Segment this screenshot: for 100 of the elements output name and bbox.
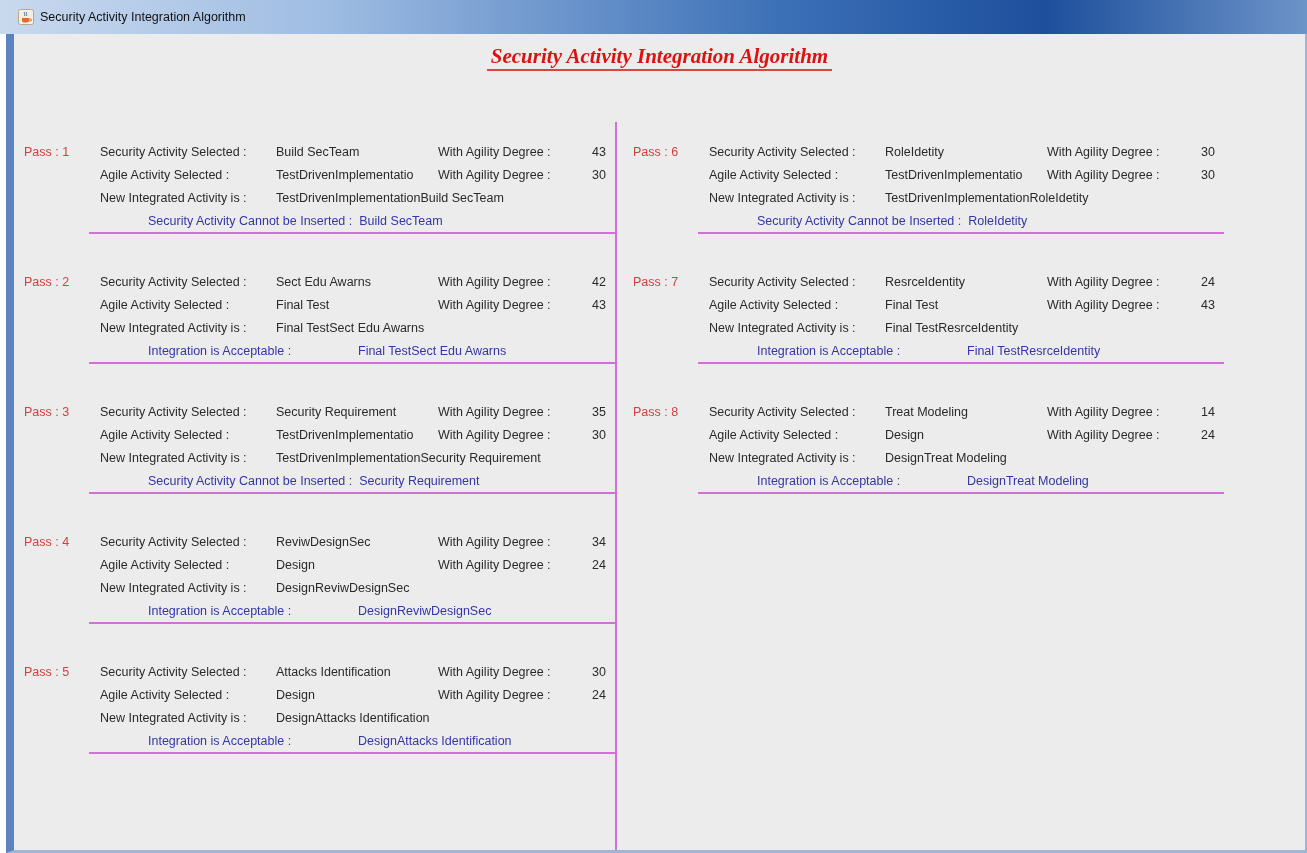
pass-label: Pass : 5 [24, 664, 71, 679]
result-label: Integration is Acceptable : [757, 343, 902, 358]
field-value: Treat Modeling [885, 404, 969, 419]
field-value: DesignReviwDesignSec [276, 580, 411, 595]
field-label: With Agility Degree : [438, 404, 552, 419]
field-value: Final TestSect Edu Awarns [276, 320, 426, 335]
degree-value: 24 [1201, 274, 1216, 289]
field-label: Security Activity Selected : [100, 664, 248, 679]
field-value: Sect Edu Awarns [276, 274, 372, 289]
result-value: DesignReviwDesignSec [358, 603, 492, 618]
field-label: With Agility Degree : [438, 687, 552, 702]
degree-value: 30 [1201, 144, 1216, 159]
field-label: New Integrated Activity is : [100, 580, 248, 595]
field-label: Security Activity Selected : [709, 274, 857, 289]
pass-label: Pass : 1 [24, 144, 71, 159]
field-value: DesignTreat Modeling [885, 450, 1008, 465]
field-value: TestDrivenImplementatio [885, 167, 1024, 182]
field-label: Security Activity Selected : [709, 404, 857, 419]
field-value: Attacks Identification [276, 664, 392, 679]
field-label: With Agility Degree : [1047, 144, 1161, 159]
pass-label: Pass : 2 [24, 274, 71, 289]
field-label: With Agility Degree : [438, 167, 552, 182]
result-value: DesignTreat Modeling [967, 473, 1089, 488]
pass-label: Pass : 6 [633, 144, 680, 159]
result-label: Integration is Acceptable : [757, 473, 902, 488]
field-label: With Agility Degree : [438, 534, 552, 549]
field-label: With Agility Degree : [1047, 167, 1161, 182]
degree-value: 14 [1201, 404, 1216, 419]
degree-value: 43 [1201, 297, 1216, 312]
field-value: TestDrivenImplementatio [276, 427, 415, 442]
field-label: Security Activity Selected : [100, 274, 248, 289]
field-label: Security Activity Selected : [100, 144, 248, 159]
result-value: Final TestResrceIdentity [967, 343, 1101, 358]
degree-value: 42 [592, 274, 607, 289]
degree-value: 24 [592, 557, 607, 572]
pass-label: Pass : 4 [24, 534, 71, 549]
pass-label: Pass : 7 [633, 274, 680, 289]
result-value: RoleIdetity [968, 213, 1028, 228]
degree-value: 43 [592, 144, 607, 159]
field-label: With Agility Degree : [438, 297, 552, 312]
field-value: TestDrivenImplementatio [276, 167, 415, 182]
window-title: Security Activity Integration Algorithm [40, 10, 246, 24]
field-label: Agile Activity Selected : [100, 557, 231, 572]
result-label: Security Activity Cannot be Inserted : [757, 213, 962, 228]
field-label: Security Activity Selected : [100, 404, 248, 419]
field-label: Security Activity Selected : [709, 144, 857, 159]
field-label: With Agility Degree : [438, 427, 552, 442]
field-value: Final TestResrceIdentity [885, 320, 1020, 335]
result-label: Integration is Acceptable : [148, 733, 293, 748]
page-heading: Security Activity Integration Algorithm [486, 44, 833, 71]
field-label: Agile Activity Selected : [100, 687, 231, 702]
field-label: With Agility Degree : [438, 557, 552, 572]
field-label: With Agility Degree : [1047, 297, 1161, 312]
degree-value: 30 [592, 664, 607, 679]
degree-value: 30 [592, 427, 607, 442]
result-value: Final TestSect Edu Awarns [358, 343, 507, 358]
field-value: TestDrivenImplementationBuild SecTeam [276, 190, 505, 205]
field-label: With Agility Degree : [1047, 404, 1161, 419]
field-label: With Agility Degree : [1047, 274, 1161, 289]
field-label: New Integrated Activity is : [709, 450, 857, 465]
field-value: Design [276, 557, 316, 572]
field-label: Agile Activity Selected : [709, 297, 840, 312]
degree-value: 30 [1201, 167, 1216, 182]
result-value: Security Requirement [359, 473, 480, 488]
degree-value: 35 [592, 404, 607, 419]
result-label: Security Activity Cannot be Inserted : [148, 473, 353, 488]
field-value: ResrceIdentity [885, 274, 966, 289]
field-value: Design [885, 427, 925, 442]
field-value: Final Test [885, 297, 940, 312]
field-label: Agile Activity Selected : [709, 427, 840, 442]
field-label: New Integrated Activity is : [100, 450, 248, 465]
degree-value: 24 [1201, 427, 1216, 442]
field-label: Agile Activity Selected : [100, 297, 231, 312]
field-label: With Agility Degree : [1047, 427, 1161, 442]
field-label: Agile Activity Selected : [100, 167, 231, 182]
field-label: With Agility Degree : [438, 664, 552, 679]
field-label: New Integrated Activity is : [709, 190, 857, 205]
field-value: Final Test [276, 297, 331, 312]
field-label: New Integrated Activity is : [100, 190, 248, 205]
result-value: Build SecTeam [359, 213, 443, 228]
cup-icon [18, 9, 34, 25]
field-value: RoleIdetity [885, 144, 946, 159]
field-label: New Integrated Activity is : [100, 320, 248, 335]
field-label: Agile Activity Selected : [709, 167, 840, 182]
field-label: With Agility Degree : [438, 274, 552, 289]
field-label: Security Activity Selected : [100, 534, 248, 549]
result-label: Integration is Acceptable : [148, 603, 293, 618]
field-label: Agile Activity Selected : [100, 427, 231, 442]
result-label: Security Activity Cannot be Inserted : [148, 213, 353, 228]
field-value: Security Requirement [276, 404, 398, 419]
degree-value: 30 [592, 167, 607, 182]
field-value: Design [276, 687, 316, 702]
degree-value: 34 [592, 534, 607, 549]
field-label: New Integrated Activity is : [100, 710, 248, 725]
result-label: Integration is Acceptable : [148, 343, 293, 358]
pass-label: Pass : 8 [633, 404, 680, 419]
degree-value: 43 [592, 297, 607, 312]
field-value: Build SecTeam [276, 144, 361, 159]
field-label: New Integrated Activity is : [709, 320, 857, 335]
degree-value: 24 [592, 687, 607, 702]
